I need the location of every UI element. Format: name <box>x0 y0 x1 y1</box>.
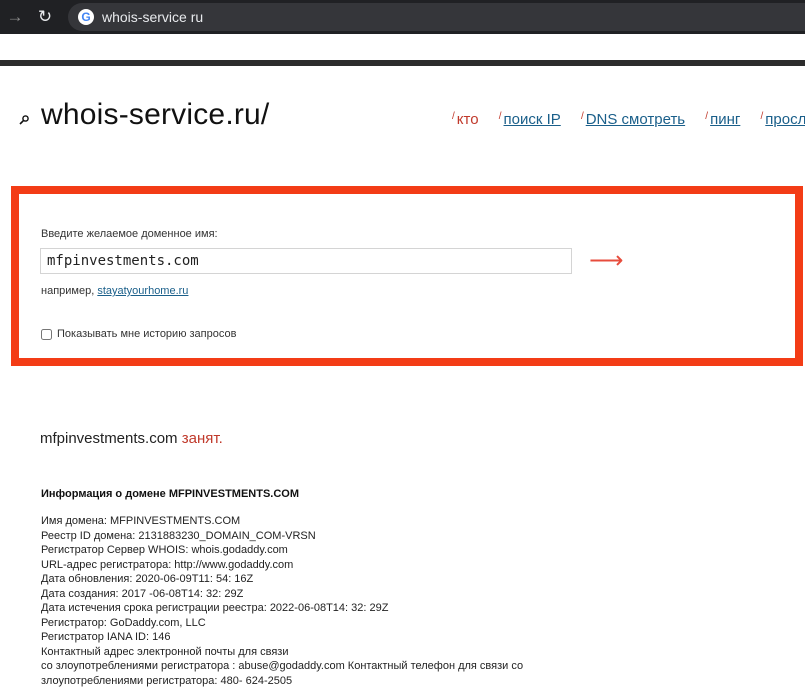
domain-info-heading: Информация о домене MFPINVESTMENTS.COM <box>41 488 299 500</box>
whois-line: Регистратор Сервер WHOIS: whois.godaddy.… <box>41 543 523 558</box>
result-domain: mfpinvestments.com <box>40 430 178 447</box>
nav-tick-icon: / <box>499 111 502 122</box>
whois-line: со злоупотреблениями регистратора : abus… <box>41 659 523 674</box>
whois-line: Дата обновления: 2020-06-09T11: 54: 16Z <box>41 572 523 587</box>
domain-search-form: Введите желаемое доменное имя: ⟶ наприме… <box>11 186 803 366</box>
nav-item-ip-search[interactable]: /поиск IP <box>499 111 561 128</box>
google-icon: G <box>78 9 94 25</box>
nav-tick-icon: / <box>705 111 708 122</box>
top-navigation: /кто /поиск IP /DNS смотреть /пинг /прос… <box>452 111 805 128</box>
whois-line: URL-адрес регистратора: http://www.godad… <box>41 558 523 573</box>
nav-tick-icon: / <box>581 111 584 122</box>
whois-line: Реестр ID домена: 2131883230_DOMAIN_COM-… <box>41 529 523 544</box>
site-top-bar <box>0 60 805 66</box>
site-title[interactable]: whois-service.ru/ <box>41 98 269 132</box>
bookmarks-strip <box>0 34 805 60</box>
domain-input-label: Введите желаемое доменное имя: <box>41 228 218 240</box>
example-prefix: например, <box>41 285 94 297</box>
whois-line: Дата создания: 2017 -06-08T14: 32: 29Z <box>41 587 523 602</box>
status-period: . <box>219 430 223 447</box>
nav-item-who[interactable]: /кто <box>452 111 479 128</box>
magnifier-icon <box>18 114 30 126</box>
whois-line: Регистратор IANA ID: 146 <box>41 630 523 645</box>
example-hint: например, stayatyourhome.ru <box>41 285 188 297</box>
whois-line: злоупотреблениями регистратора: 480- 624… <box>41 674 523 688</box>
nav-item-ping[interactable]: /пинг <box>705 111 740 128</box>
history-toggle[interactable]: Показывать мне историю запросов <box>41 328 236 340</box>
address-bar-url[interactable]: whois-service ru <box>102 8 203 26</box>
result-status-line: mfpinvestments.com занят. <box>40 430 223 447</box>
status-badge: занят <box>182 430 219 447</box>
whois-record: Имя домена: MFPINVESTMENTS.COM Реестр ID… <box>41 514 523 688</box>
reload-icon[interactable]: ↻ <box>34 6 56 28</box>
example-link[interactable]: stayatyourhome.ru <box>97 285 188 297</box>
whois-line: Контактный адрес электронной почты для с… <box>41 645 523 660</box>
submit-arrow-icon[interactable]: ⟶ <box>589 246 623 275</box>
whois-line: Имя домена: MFPINVESTMENTS.COM <box>41 514 523 529</box>
nav-tick-icon: / <box>761 111 764 122</box>
history-label: Показывать мне историю запросов <box>57 328 236 340</box>
address-bar[interactable]: G whois-service ru <box>68 3 805 31</box>
history-checkbox[interactable] <box>41 329 52 340</box>
domain-input[interactable] <box>40 248 572 274</box>
whois-line: Дата истечения срока регистрации реестра… <box>41 601 523 616</box>
whois-line: Регистратор: GoDaddy.com, LLC <box>41 616 523 631</box>
browser-toolbar: → ↻ G whois-service ru <box>0 0 805 34</box>
nav-tick-icon: / <box>452 111 455 122</box>
nav-item-dns[interactable]: /DNS смотреть <box>581 111 685 128</box>
nav-item-traceroute[interactable]: /просле <box>761 111 805 128</box>
forward-arrow-icon[interactable]: → <box>4 6 26 28</box>
